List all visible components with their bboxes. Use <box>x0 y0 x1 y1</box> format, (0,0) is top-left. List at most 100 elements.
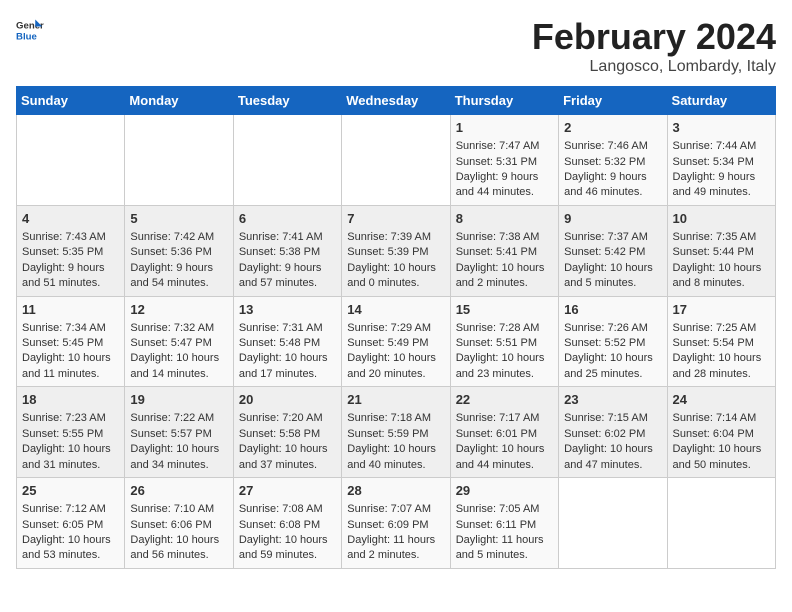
day-info: Daylight: 10 hours <box>130 351 227 366</box>
calendar-cell: 16Sunrise: 7:26 AMSunset: 5:52 PMDayligh… <box>559 296 667 387</box>
day-info: Sunset: 5:47 PM <box>130 336 227 351</box>
day-info: Sunset: 5:58 PM <box>239 427 336 442</box>
calendar-cell: 3Sunrise: 7:44 AMSunset: 5:34 PMDaylight… <box>667 115 775 206</box>
day-number: 2 <box>564 119 661 137</box>
day-info: and 47 minutes. <box>564 458 661 473</box>
day-header-friday: Friday <box>559 87 667 115</box>
day-info: Sunrise: 7:26 AM <box>564 321 661 336</box>
day-info: and 5 minutes. <box>456 548 553 563</box>
day-info: Sunset: 5:49 PM <box>347 336 444 351</box>
day-info: Daylight: 10 hours <box>347 351 444 366</box>
calendar-cell: 6Sunrise: 7:41 AMSunset: 5:38 PMDaylight… <box>233 205 341 296</box>
calendar-cell: 29Sunrise: 7:05 AMSunset: 6:11 PMDayligh… <box>450 478 558 569</box>
day-number: 24 <box>673 391 770 409</box>
day-info: Sunrise: 7:32 AM <box>130 321 227 336</box>
calendar-cell: 9Sunrise: 7:37 AMSunset: 5:42 PMDaylight… <box>559 205 667 296</box>
calendar-cell: 21Sunrise: 7:18 AMSunset: 5:59 PMDayligh… <box>342 387 450 478</box>
header: General Blue February 2024 Langosco, Lom… <box>16 16 776 76</box>
day-info: Sunrise: 7:25 AM <box>673 321 770 336</box>
day-info: Daylight: 9 hours <box>239 261 336 276</box>
calendar-cell: 17Sunrise: 7:25 AMSunset: 5:54 PMDayligh… <box>667 296 775 387</box>
day-info: Daylight: 9 hours <box>456 170 553 185</box>
day-info: and 14 minutes. <box>130 367 227 382</box>
day-info: Sunrise: 7:34 AM <box>22 321 119 336</box>
day-info: and 5 minutes. <box>564 276 661 291</box>
week-row-5: 25Sunrise: 7:12 AMSunset: 6:05 PMDayligh… <box>17 478 776 569</box>
day-info: Sunset: 5:45 PM <box>22 336 119 351</box>
calendar-cell: 11Sunrise: 7:34 AMSunset: 5:45 PMDayligh… <box>17 296 125 387</box>
day-info: and 25 minutes. <box>564 367 661 382</box>
day-info: Sunrise: 7:43 AM <box>22 230 119 245</box>
calendar-cell: 26Sunrise: 7:10 AMSunset: 6:06 PMDayligh… <box>125 478 233 569</box>
day-info: Daylight: 10 hours <box>673 442 770 457</box>
day-info: Sunset: 5:35 PM <box>22 245 119 260</box>
day-info: and 44 minutes. <box>456 185 553 200</box>
day-info: Daylight: 10 hours <box>456 261 553 276</box>
day-info: and 49 minutes. <box>673 185 770 200</box>
svg-text:Blue: Blue <box>16 32 37 43</box>
day-info: Daylight: 10 hours <box>22 442 119 457</box>
calendar-cell <box>233 115 341 206</box>
day-info: Sunrise: 7:07 AM <box>347 502 444 517</box>
calendar-cell: 24Sunrise: 7:14 AMSunset: 6:04 PMDayligh… <box>667 387 775 478</box>
day-info: and 28 minutes. <box>673 367 770 382</box>
day-info: Daylight: 10 hours <box>673 261 770 276</box>
day-info: and 20 minutes. <box>347 367 444 382</box>
day-number: 13 <box>239 301 336 319</box>
day-header-sunday: Sunday <box>17 87 125 115</box>
day-info: Sunset: 6:06 PM <box>130 518 227 533</box>
day-number: 1 <box>456 119 553 137</box>
calendar-cell: 27Sunrise: 7:08 AMSunset: 6:08 PMDayligh… <box>233 478 341 569</box>
day-info: and 31 minutes. <box>22 458 119 473</box>
day-info: and 0 minutes. <box>347 276 444 291</box>
calendar-cell <box>17 115 125 206</box>
day-info: and 2 minutes. <box>456 276 553 291</box>
day-info: Sunset: 5:54 PM <box>673 336 770 351</box>
calendar-cell: 20Sunrise: 7:20 AMSunset: 5:58 PMDayligh… <box>233 387 341 478</box>
calendar-cell: 5Sunrise: 7:42 AMSunset: 5:36 PMDaylight… <box>125 205 233 296</box>
day-info: Sunset: 6:11 PM <box>456 518 553 533</box>
day-info: Sunset: 5:41 PM <box>456 245 553 260</box>
day-info: and 2 minutes. <box>347 548 444 563</box>
day-info: Sunset: 6:08 PM <box>239 518 336 533</box>
day-info: Sunrise: 7:05 AM <box>456 502 553 517</box>
day-info: Sunrise: 7:31 AM <box>239 321 336 336</box>
day-info: Sunrise: 7:29 AM <box>347 321 444 336</box>
day-info: Sunrise: 7:17 AM <box>456 411 553 426</box>
day-info: and 37 minutes. <box>239 458 336 473</box>
week-row-2: 4Sunrise: 7:43 AMSunset: 5:35 PMDaylight… <box>17 205 776 296</box>
day-info: Sunrise: 7:39 AM <box>347 230 444 245</box>
day-info: and 40 minutes. <box>347 458 444 473</box>
day-header-tuesday: Tuesday <box>233 87 341 115</box>
calendar-cell: 25Sunrise: 7:12 AMSunset: 6:05 PMDayligh… <box>17 478 125 569</box>
day-info: Daylight: 9 hours <box>130 261 227 276</box>
day-number: 9 <box>564 210 661 228</box>
day-number: 27 <box>239 482 336 500</box>
day-info: Sunrise: 7:10 AM <box>130 502 227 517</box>
day-info: Sunset: 5:36 PM <box>130 245 227 260</box>
day-info: Sunrise: 7:20 AM <box>239 411 336 426</box>
day-info: Sunset: 6:04 PM <box>673 427 770 442</box>
day-info: and 23 minutes. <box>456 367 553 382</box>
calendar-cell: 19Sunrise: 7:22 AMSunset: 5:57 PMDayligh… <box>125 387 233 478</box>
day-number: 7 <box>347 210 444 228</box>
day-info: Sunset: 5:48 PM <box>239 336 336 351</box>
title-area: February 2024 Langosco, Lombardy, Italy <box>532 16 776 76</box>
day-number: 10 <box>673 210 770 228</box>
calendar-cell: 1Sunrise: 7:47 AMSunset: 5:31 PMDaylight… <box>450 115 558 206</box>
week-row-3: 11Sunrise: 7:34 AMSunset: 5:45 PMDayligh… <box>17 296 776 387</box>
calendar-cell <box>667 478 775 569</box>
day-info: Sunrise: 7:23 AM <box>22 411 119 426</box>
day-number: 16 <box>564 301 661 319</box>
day-info: Sunset: 5:51 PM <box>456 336 553 351</box>
calendar-cell <box>342 115 450 206</box>
day-number: 29 <box>456 482 553 500</box>
day-info: Sunset: 5:59 PM <box>347 427 444 442</box>
logo: General Blue <box>16 16 44 44</box>
day-info: Sunrise: 7:15 AM <box>564 411 661 426</box>
day-number: 8 <box>456 210 553 228</box>
day-number: 12 <box>130 301 227 319</box>
day-info: Sunset: 5:31 PM <box>456 155 553 170</box>
calendar-cell: 22Sunrise: 7:17 AMSunset: 6:01 PMDayligh… <box>450 387 558 478</box>
calendar-cell: 12 Sunrise: 7:32 AMSunset: 5:47 PMDayligh… <box>125 296 233 387</box>
